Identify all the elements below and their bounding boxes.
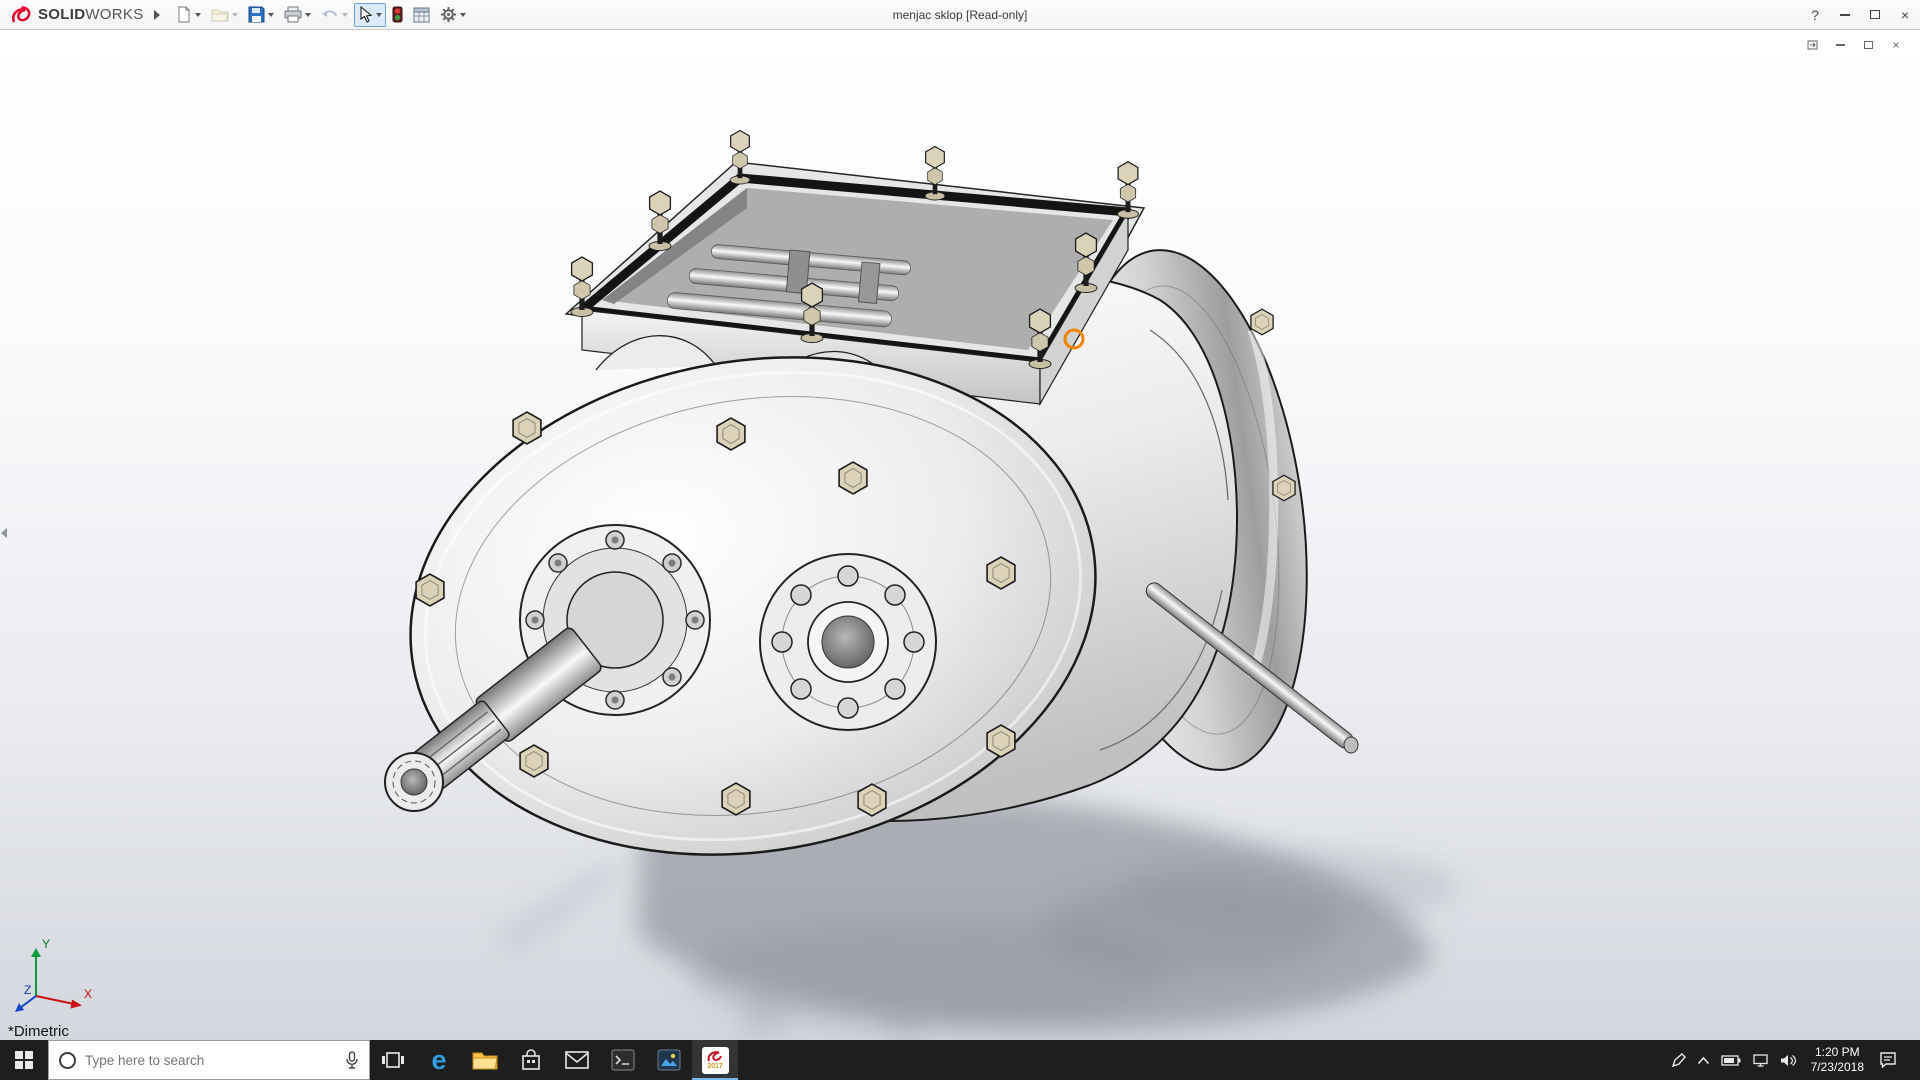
open-dropdown-caret[interactable]	[232, 13, 238, 17]
volume-icon[interactable]	[1780, 1054, 1796, 1067]
restore-icon	[1870, 10, 1880, 19]
triad-y-label: Y	[42, 937, 50, 951]
rebuild-traffic-light-icon	[392, 6, 403, 23]
triad-z-label: Z	[24, 983, 31, 997]
minimize-button[interactable]	[1830, 0, 1860, 29]
panel-splitter-arrow[interactable]	[1, 528, 7, 538]
microphone-icon[interactable]	[345, 1051, 359, 1069]
console-icon	[611, 1049, 635, 1071]
undo-dropdown-caret[interactable]	[342, 13, 348, 17]
view-orientation-label: *Dimetric	[8, 1023, 69, 1040]
mail-icon	[565, 1051, 589, 1069]
save-icon	[248, 6, 265, 23]
system-tray: 1:20 PM 7/23/2018	[1671, 1040, 1920, 1080]
task-view-icon	[381, 1049, 405, 1071]
taskbar-clock[interactable]: 1:20 PM 7/23/2018	[1807, 1045, 1868, 1075]
taskbar-file-explorer[interactable]	[462, 1040, 508, 1080]
options-button[interactable]	[436, 3, 470, 27]
taskbar-console[interactable]	[600, 1040, 646, 1080]
window-controls: ? ×	[1800, 0, 1920, 29]
graphics-viewport[interactable]: × *Dimetric Y X Z	[0, 30, 1920, 1040]
select-button[interactable]	[354, 3, 386, 27]
restore-button[interactable]	[1860, 0, 1890, 29]
save-dropdown-caret[interactable]	[268, 13, 274, 17]
new-document-icon	[175, 6, 192, 23]
pen-icon[interactable]	[1671, 1053, 1686, 1068]
cortana-icon	[59, 1052, 76, 1069]
clock-date: 7/23/2018	[1811, 1060, 1864, 1075]
taskbar-photos[interactable]	[646, 1040, 692, 1080]
doc-restore-button[interactable]	[1856, 36, 1880, 54]
doc-restore-icon	[1864, 41, 1873, 49]
reference-triad: Y X Z	[12, 934, 98, 1014]
clock-time: 1:20 PM	[1811, 1045, 1864, 1060]
store-icon	[520, 1049, 542, 1071]
toolbar-flyout-arrow[interactable]	[154, 10, 160, 20]
taskbar-search[interactable]	[48, 1040, 370, 1080]
photos-icon	[657, 1049, 681, 1071]
print-dropdown-caret[interactable]	[305, 13, 311, 17]
action-center-icon[interactable]	[1879, 1052, 1897, 1068]
undo-icon	[321, 7, 339, 23]
open-button[interactable]	[207, 3, 242, 27]
windows-logo-icon	[15, 1051, 33, 1069]
document-window-controls: ×	[1800, 36, 1908, 54]
doc-minimize-button[interactable]	[1828, 36, 1852, 54]
options-dropdown-caret[interactable]	[460, 13, 466, 17]
select-dropdown-caret[interactable]	[376, 13, 382, 17]
solidworks-logo: SOLIDWORKS	[0, 5, 152, 25]
windows-taskbar: e	[0, 1040, 1920, 1080]
hidden-icons-chevron[interactable]	[1697, 1056, 1710, 1065]
file-properties-button[interactable]	[409, 3, 434, 27]
taskbar-solidworks-2017[interactable]: 2017	[692, 1040, 738, 1080]
doc-dock-icon	[1807, 40, 1818, 50]
taskbar-edge[interactable]: e	[416, 1040, 462, 1080]
taskbar-store[interactable]	[508, 1040, 554, 1080]
solidworks-logo-mark-icon	[10, 5, 34, 25]
taskbar-task-view[interactable]	[370, 1040, 416, 1080]
model-3d-view[interactable]	[0, 30, 1920, 1040]
doc-close-button[interactable]: ×	[1884, 36, 1908, 54]
taskbar-mail[interactable]	[554, 1040, 600, 1080]
logo-text-works: WORKS	[85, 6, 143, 23]
help-button[interactable]: ?	[1800, 0, 1830, 29]
file-explorer-icon	[472, 1049, 498, 1071]
save-button[interactable]	[244, 3, 278, 27]
doc-minimize-icon	[1836, 44, 1845, 46]
new-dropdown-caret[interactable]	[195, 13, 201, 17]
file-properties-icon	[413, 7, 430, 23]
search-input[interactable]	[85, 1053, 336, 1068]
print-button[interactable]	[280, 3, 315, 27]
side-output-boss[interactable]	[760, 554, 936, 730]
edge-icon: e	[431, 1047, 446, 1074]
new-document-button[interactable]	[171, 3, 205, 27]
doc-dock-button[interactable]	[1800, 36, 1824, 54]
network-icon[interactable]	[1752, 1054, 1769, 1067]
minimize-icon	[1840, 14, 1850, 16]
printer-icon	[284, 6, 302, 23]
gear-icon	[440, 6, 457, 23]
close-button[interactable]: ×	[1890, 0, 1920, 29]
title-bar: SOLIDWORKS	[0, 0, 1920, 30]
solidworks-year-badge: 2017	[707, 1063, 723, 1070]
solidworks-2017-icon: 2017	[702, 1047, 729, 1074]
battery-icon[interactable]	[1721, 1055, 1741, 1066]
rebuild-button[interactable]	[388, 3, 407, 27]
open-folder-icon	[211, 6, 229, 23]
undo-button[interactable]	[317, 3, 352, 27]
triad-x-label: X	[84, 987, 92, 1001]
start-button[interactable]	[0, 1040, 48, 1080]
logo-text-solid: SOLID	[38, 6, 85, 23]
select-cursor-icon	[358, 6, 373, 23]
